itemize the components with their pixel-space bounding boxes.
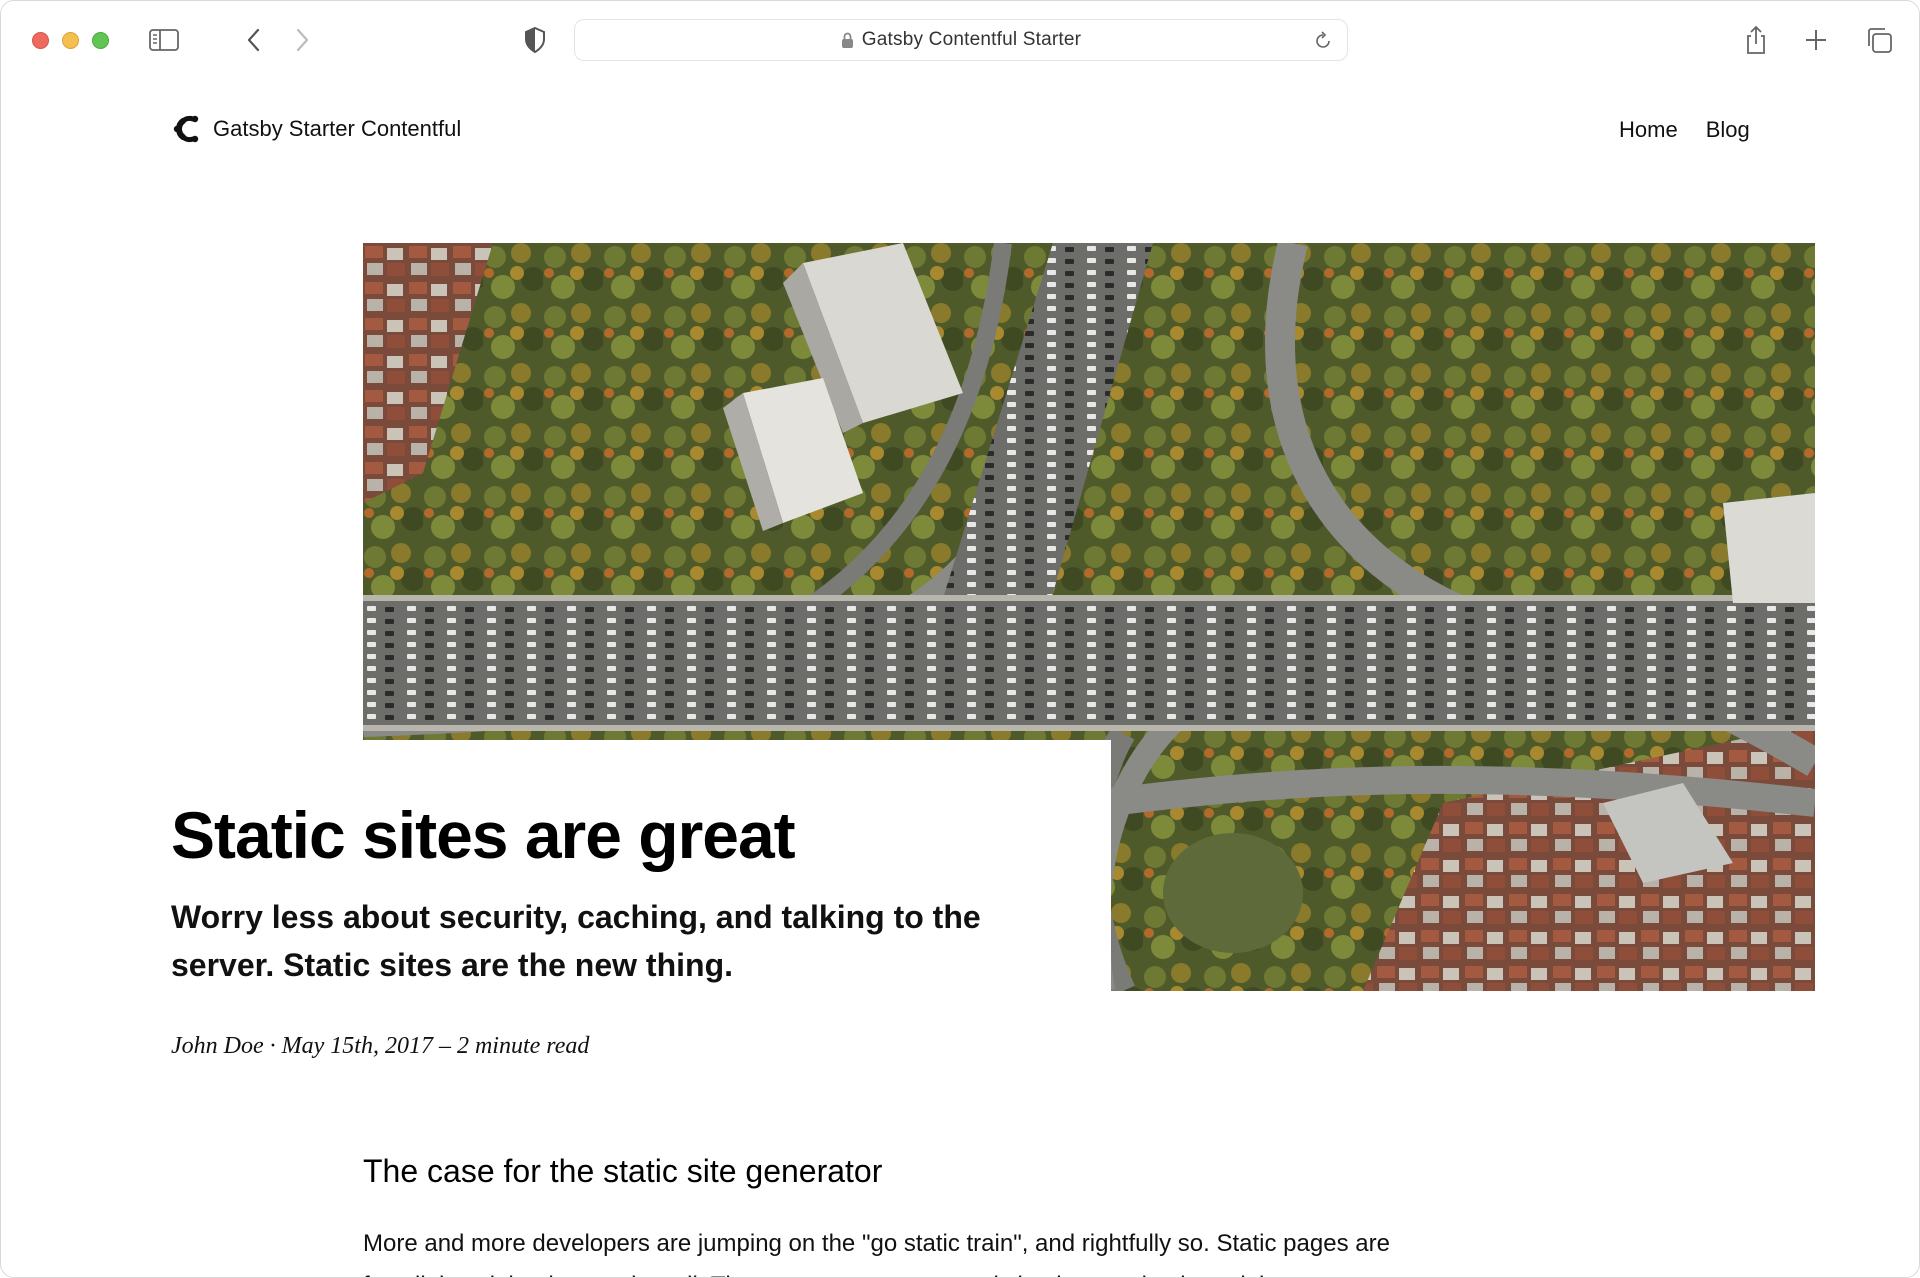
post-subtitle: Worry less about security, caching, and …	[171, 899, 981, 983]
minimize-window-button[interactable]	[62, 32, 79, 49]
back-icon[interactable]	[241, 25, 267, 55]
article-heading: The case for the static site generator	[363, 1153, 883, 1189]
share-icon[interactable]	[1741, 25, 1771, 55]
post-title: Static sites are great	[171, 798, 796, 872]
site-name: Gatsby Starter Contentful	[213, 116, 462, 141]
address-text: Gatsby Contentful Starter	[861, 29, 1082, 50]
lock-icon	[841, 32, 853, 48]
maximize-window-button[interactable]	[92, 32, 109, 49]
article-paragraph: More and more developers are jumping on …	[363, 1230, 1390, 1277]
plus-icon[interactable]	[1801, 25, 1831, 55]
forward-icon[interactable]	[289, 25, 315, 55]
site-header: Gatsby Starter Contentful Home Blog	[1, 79, 1919, 189]
reload-icon[interactable]	[1313, 31, 1333, 56]
nav-blog-link[interactable]: Blog	[1706, 117, 1750, 143]
contentful-logo-icon	[173, 115, 199, 143]
close-window-button[interactable]	[32, 32, 49, 49]
site-logo-link[interactable]: Gatsby Starter Contentful	[171, 113, 461, 145]
address-bar[interactable]: Gatsby Contentful Starter	[574, 19, 1348, 61]
browser-window: Gatsby Contentful Starter Gatsby Starter…	[0, 0, 1920, 1278]
tabs-icon[interactable]	[1863, 25, 1895, 55]
shield-icon[interactable]	[521, 25, 549, 55]
sidebar-icon[interactable]	[147, 25, 181, 55]
browser-toolbar: Gatsby Contentful Starter	[1, 1, 1919, 79]
main-nav: Home Blog	[1619, 117, 1750, 143]
post-byline: John Doe · May 15th, 2017 – 2 minute rea…	[171, 1033, 590, 1059]
nav-home-link[interactable]: Home	[1619, 117, 1678, 143]
